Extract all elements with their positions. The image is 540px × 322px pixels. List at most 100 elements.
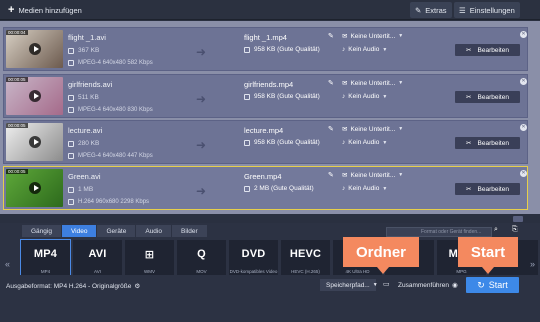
format-tile[interactable]: AVI AVI	[73, 240, 122, 276]
format-tile[interactable]: ⊞ WMV	[125, 240, 174, 276]
merge-toggle[interactable]: Zusammenführen ◉	[398, 281, 458, 290]
format-label: WMV	[144, 269, 155, 274]
format-tile[interactable]: DVD DVD-kompatibles Video	[229, 240, 278, 276]
edit-button[interactable]: ✂ Bearbeiten	[455, 91, 520, 103]
play-icon[interactable]	[29, 136, 41, 148]
video-thumbnail[interactable]: 00:00:04	[6, 30, 63, 68]
format-label: MOV	[196, 269, 207, 274]
save-path-select[interactable]: Speicherpfad... ▼	[320, 279, 378, 291]
rename-pencil-icon[interactable]: ✎	[328, 32, 334, 40]
subtitle-select[interactable]: ✉ Keine Untertit... ▼	[342, 171, 404, 180]
remove-file-icon[interactable]: ✕	[520, 124, 527, 131]
source-meta: H.264 960x680 2298 Kbps	[68, 199, 149, 205]
format-tile[interactable]: Q MOV	[177, 240, 226, 276]
format-label: AVI	[94, 269, 101, 274]
speaker-icon: ♪	[342, 139, 346, 146]
source-meta-label: MPEG-4 640x480 447 Kbps	[78, 153, 153, 159]
source-size-label: 1 MB	[78, 186, 94, 193]
file-icon	[244, 185, 250, 192]
subtitle-icon: ✉	[342, 126, 348, 133]
settings-button[interactable]: ☰ Einstellungen	[454, 2, 520, 18]
chevron-down-icon: ▼	[382, 185, 388, 192]
subtitle-select[interactable]: ✉ Keine Untertit... ▼	[342, 32, 403, 41]
file-icon	[68, 186, 74, 193]
edit-label: Bearbeiten	[477, 93, 509, 101]
source-file-name: Green.avi	[68, 172, 101, 181]
tab-geräte[interactable]: Geräte	[97, 225, 136, 237]
file-row[interactable]: 00:00:05 lecture.avi 280 KB MPEG-4 640x4…	[3, 120, 528, 164]
duration-label: 00:00:05	[6, 123, 28, 128]
source-meta: MPEG-4 640x480 830 Kbps	[68, 107, 153, 113]
tab-gängig[interactable]: Gängig	[22, 225, 61, 237]
top-toolbar: + Medien hinzufügen ✎ Extras ☰ Einstellu…	[0, 0, 540, 20]
rename-pencil-icon[interactable]: ✎	[328, 171, 334, 179]
video-thumbnail[interactable]: 00:00:05	[6, 77, 63, 115]
scroll-left-icon[interactable]: «	[5, 259, 10, 269]
device-detect-icon[interactable]: ⎘	[512, 226, 518, 234]
collapse-list-button[interactable]	[513, 216, 523, 222]
source-meta-label: MPEG-4 640x480 830 Kbps	[78, 107, 153, 113]
video-thumbnail[interactable]: 00:00:05	[6, 169, 63, 207]
app-window: + Medien hinzufügen ✎ Extras ☰ Einstellu…	[0, 0, 540, 322]
add-media-label: Medien hinzufügen	[18, 5, 82, 15]
audio-select[interactable]: ♪ Kein Audio ▼	[342, 139, 387, 146]
format-tabs: Gängig Video Geräte Audio Bilder	[22, 225, 207, 237]
file-row[interactable]: 00:00:04 flight _1.avi 367 KB MPEG-4 640…	[3, 27, 528, 71]
subtitle-select[interactable]: ✉ Keine Untertit... ▼	[342, 79, 404, 88]
subtitle-select[interactable]: ✉ Keine Untertit... ▼	[342, 125, 404, 134]
chevron-down-icon: ▼	[398, 172, 404, 178]
audio-select[interactable]: ♪ Kein Audio ▼	[342, 185, 387, 192]
rename-pencil-icon[interactable]: ✎	[328, 125, 334, 133]
file-icon	[244, 46, 250, 53]
edit-button[interactable]: ✂ Bearbeiten	[455, 183, 520, 195]
bottom-bar: Ausgabeformat: MP4 H.264 - Originalgröße…	[0, 275, 540, 322]
subtitle-label: Keine Untertit...	[350, 171, 396, 179]
add-media-button[interactable]: + Medien hinzufügen	[3, 2, 87, 18]
gear-icon[interactable]: ⚙	[134, 282, 140, 290]
video-thumbnail[interactable]: 00:00:05	[6, 123, 63, 161]
rename-pencil-icon[interactable]: ✎	[328, 79, 334, 87]
audio-select[interactable]: ♪ Kein Audio ▼	[342, 93, 387, 100]
scroll-right-icon[interactable]: »	[530, 259, 535, 269]
plus-icon: +	[8, 4, 15, 16]
audio-select[interactable]: ♪ Kein Audio ▼	[342, 46, 387, 53]
folder-icon[interactable]: ▭	[383, 280, 390, 288]
format-search-input[interactable]: Format oder Gerät finden...	[386, 227, 492, 237]
file-icon	[68, 47, 74, 54]
remove-file-icon[interactable]: ✕	[520, 78, 527, 85]
output-size: 958 KB (Gute Qualität)	[244, 139, 320, 146]
refresh-icon: ↻	[477, 279, 485, 290]
subtitle-icon: ✉	[342, 33, 348, 40]
chevron-down-icon: ▼	[398, 80, 404, 86]
format-tile[interactable]: MP4 MP4	[20, 239, 71, 277]
format-tile[interactable]: HEVC HEVC (H.265)	[281, 240, 330, 276]
chevron-down-icon: ▼	[372, 282, 378, 288]
chevron-down-icon: ▼	[398, 126, 404, 132]
edit-button[interactable]: ✂ Bearbeiten	[455, 44, 520, 56]
search-icon[interactable]: ⌕	[494, 226, 498, 234]
source-size-label: 280 KB	[78, 140, 100, 147]
output-format[interactable]: Ausgabeformat: MP4 H.264 - Originalgröße…	[6, 282, 140, 291]
extras-button[interactable]: ✎ Extras	[410, 2, 452, 18]
remove-file-icon[interactable]: ✕	[520, 170, 527, 177]
file-row[interactable]: 00:00:05 girlfriends.avi 511 KB MPEG-4 6…	[3, 74, 528, 118]
start-callout: Start	[458, 237, 518, 274]
source-size: 367 KB	[68, 47, 99, 54]
wrench-icon: ✎	[415, 5, 422, 15]
format-label: 4K Ultra HD	[345, 269, 370, 274]
start-button[interactable]: ↻ Start	[466, 277, 519, 293]
format-logo: ⊞	[144, 248, 155, 261]
source-size: 280 KB	[68, 140, 99, 147]
play-icon[interactable]	[29, 90, 41, 102]
tab-video[interactable]: Video	[61, 225, 97, 237]
remove-file-icon[interactable]: ✕	[520, 31, 527, 38]
format-logo: AVI	[88, 248, 107, 260]
file-row[interactable]: 00:00:05 Green.avi 1 MB H.264 960x680 22…	[3, 166, 528, 210]
play-icon[interactable]	[29, 182, 41, 194]
start-label: Start	[488, 280, 508, 290]
edit-button[interactable]: ✂ Bearbeiten	[455, 137, 520, 149]
subtitle-label: Keine Untertit...	[350, 125, 396, 133]
tab-bilder[interactable]: Bilder	[171, 225, 207, 237]
play-icon[interactable]	[29, 43, 41, 55]
tab-audio[interactable]: Audio	[136, 225, 171, 237]
